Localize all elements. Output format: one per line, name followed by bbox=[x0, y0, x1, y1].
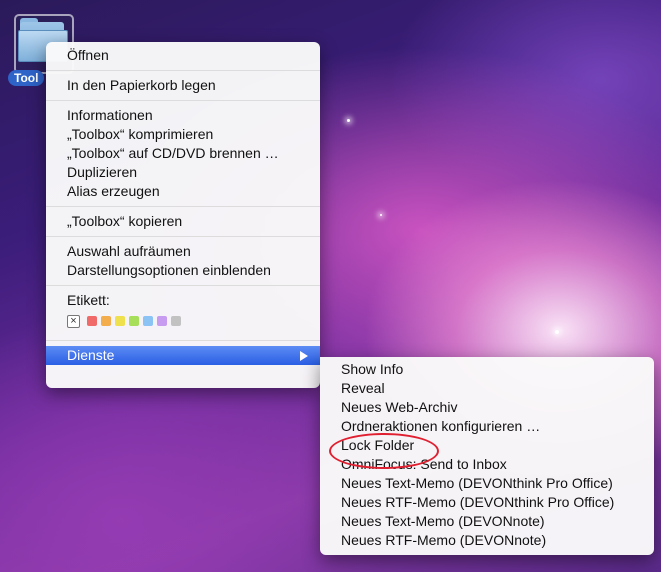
menu-item-services-label: Dienste bbox=[67, 347, 115, 363]
menu-separator bbox=[46, 236, 320, 237]
label-color-orange[interactable] bbox=[101, 316, 111, 326]
service-devonnote-rtf-memo[interactable]: Neues RTF-Memo (DEVONnote) bbox=[320, 531, 654, 550]
menu-item-view-options[interactable]: Darstellungsoptionen einblenden bbox=[46, 261, 320, 280]
service-devonthink-rtf-memo[interactable]: Neues RTF-Memo (DEVONthink Pro Office) bbox=[320, 493, 654, 512]
star-sparkle bbox=[347, 119, 350, 122]
service-reveal[interactable]: Reveal bbox=[320, 379, 654, 398]
service-lock-folder[interactable]: Lock Folder bbox=[320, 436, 654, 455]
service-devonnote-text-memo[interactable]: Neues Text-Memo (DEVONnote) bbox=[320, 512, 654, 531]
label-clear-button[interactable]: × bbox=[67, 314, 80, 328]
star-sparkle bbox=[555, 330, 559, 334]
service-devonthink-text-memo[interactable]: Neues Text-Memo (DEVONthink Pro Office) bbox=[320, 474, 654, 493]
label-color-row: × bbox=[46, 312, 320, 330]
label-color-green[interactable] bbox=[129, 316, 139, 326]
menu-item-copy[interactable]: „Toolbox“ kopieren bbox=[46, 212, 320, 231]
submenu-arrow-icon bbox=[300, 351, 308, 361]
folder-name-label[interactable]: Tool bbox=[8, 70, 45, 86]
menu-separator bbox=[46, 285, 320, 286]
menu-item-services[interactable]: Dienste bbox=[46, 346, 320, 365]
menu-item-open[interactable]: Öffnen bbox=[46, 46, 320, 65]
menu-separator bbox=[46, 340, 320, 341]
menu-separator bbox=[46, 70, 320, 71]
service-show-info[interactable]: Show Info bbox=[320, 360, 654, 379]
label-color-purple[interactable] bbox=[157, 316, 167, 326]
service-omnifocus-send-to-inbox[interactable]: OmniFocus: Send to Inbox bbox=[320, 455, 654, 474]
service-folder-actions-setup[interactable]: Ordneraktionen konfigurieren … bbox=[320, 417, 654, 436]
label-heading: Etikett: bbox=[67, 292, 110, 308]
menu-item-make-alias[interactable]: Alias erzeugen bbox=[46, 182, 320, 201]
label-color-gray[interactable] bbox=[171, 316, 181, 326]
label-color-blue[interactable] bbox=[143, 316, 153, 326]
menu-item-duplicate[interactable]: Duplizieren bbox=[46, 163, 320, 182]
menu-separator bbox=[46, 100, 320, 101]
menu-separator bbox=[46, 206, 320, 207]
menu-item-get-info[interactable]: Informationen bbox=[46, 106, 320, 125]
menu-item-compress[interactable]: „Toolbox“ komprimieren bbox=[46, 125, 320, 144]
context-menu: Öffnen In den Papierkorb legen Informati… bbox=[46, 42, 320, 388]
label-color-yellow[interactable] bbox=[115, 316, 125, 326]
label-color-red[interactable] bbox=[87, 316, 97, 326]
menu-item-move-to-trash[interactable]: In den Papierkorb legen bbox=[46, 76, 320, 95]
menu-item-clean-up[interactable]: Auswahl aufräumen bbox=[46, 242, 320, 261]
services-submenu: Show Info Reveal Neues Web-Archiv Ordner… bbox=[320, 357, 654, 555]
star-sparkle bbox=[380, 214, 382, 216]
service-new-web-archive[interactable]: Neues Web-Archiv bbox=[320, 398, 654, 417]
menu-item-burn-to-disc[interactable]: „Toolbox“ auf CD/DVD brennen … bbox=[46, 144, 320, 163]
